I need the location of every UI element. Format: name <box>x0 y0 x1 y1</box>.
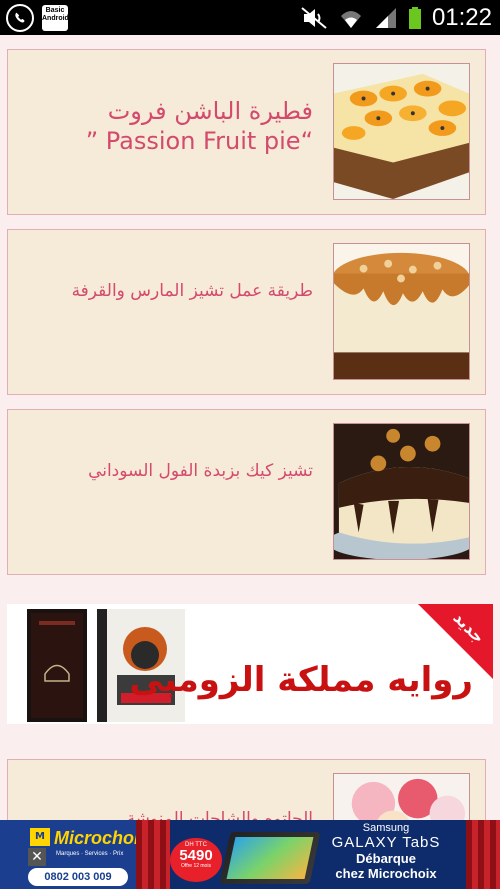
ad-line-4: chez Microchoix <box>335 866 437 881</box>
banner-headline[interactable]: روايه مملكة الزومبى <box>129 660 473 700</box>
recipe-thumbnail <box>333 63 470 200</box>
passion-fruit-pie-image <box>334 64 469 199</box>
recipe-card[interactable]: تشيز كيك بزبدة الفول السوداني <box>7 409 486 575</box>
ad-line-2: GALAXY TabS <box>331 834 441 851</box>
mars-cheesecake-image <box>334 244 469 379</box>
recipe-title[interactable]: تشيز كيك بزبدة الفول السوداني <box>28 458 313 484</box>
ad-phone-number[interactable]: 0802 003 009 <box>28 868 128 886</box>
basic-android-icon: Basic Android <box>42 5 69 31</box>
whatsapp-icon <box>6 4 34 32</box>
tablet-image <box>219 832 321 884</box>
promo-banner[interactable]: جديد روايه مملكة الزومبى <box>7 604 493 724</box>
curtain-decoration <box>136 820 170 889</box>
recipe-card[interactable]: طريقة عمل تشيز المارس والقرفة <box>7 229 486 395</box>
ad-line-1: Samsung <box>362 822 410 834</box>
recipe-title[interactable]: طريقة عمل تشيز المارس والقرفة <box>28 278 313 304</box>
recipe-card[interactable]: فطيرة الباشن فروت “Passion Fruit pie ” <box>7 49 486 215</box>
battery-icon <box>408 7 421 29</box>
bottom-ad[interactable]: M Microchoix Marques · Services · Prix ✕… <box>0 820 500 889</box>
wifi-icon <box>340 11 361 28</box>
recipe-thumbnail <box>333 423 470 560</box>
signal-icon <box>375 8 396 28</box>
ad-price-badge: DH TTC 5490 Offre 12 mois <box>170 838 222 882</box>
basic-icon-line-1: Basic <box>45 7 65 14</box>
status-bar: Basic Android 01:22 <box>0 0 500 35</box>
ad-copy: Samsung GALAXY TabS Débarque chez Microc… <box>316 820 456 889</box>
ad-price-note: Offre 12 mois <box>181 863 211 869</box>
microchoix-logo-icon: M <box>30 828 50 846</box>
recipe-thumbnail <box>333 243 470 380</box>
ad-close-button[interactable]: ✕ <box>28 848 46 866</box>
ad-line-3: Débarque <box>356 851 416 866</box>
curtain-decoration <box>466 820 500 889</box>
ad-brand-name: Microchoix <box>54 828 150 848</box>
peanut-butter-cheesecake-image <box>334 424 469 559</box>
notification-area: Basic Android <box>6 4 69 32</box>
ad-tagline: Marques · Services · Prix <box>56 851 124 857</box>
recipe-title[interactable]: فطيرة الباشن فروت “Passion Fruit pie ” <box>28 96 313 156</box>
system-tray: 01:22 <box>300 3 492 33</box>
book-cover-image <box>27 609 87 722</box>
basic-icon-line-2: Android <box>42 15 69 22</box>
clock: 01:22 <box>431 4 492 31</box>
ad-price-value: 5490 <box>179 847 213 864</box>
mute-icon <box>301 7 327 29</box>
